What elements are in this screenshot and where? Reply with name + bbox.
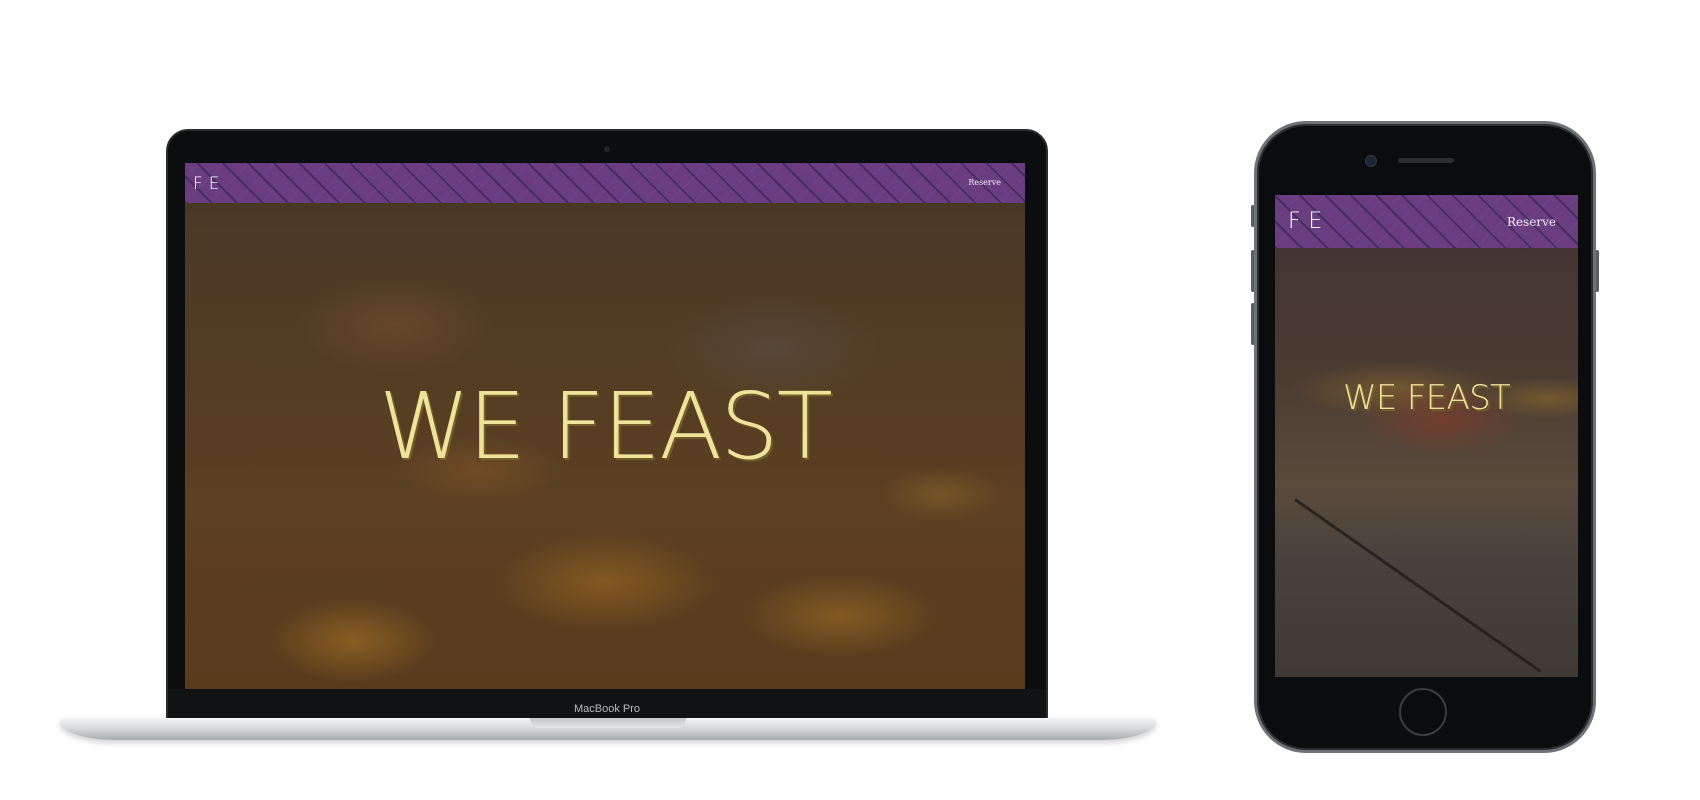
hero-title: WE FEAST <box>1342 378 1511 418</box>
reserve-link[interactable]: Reserve <box>968 178 1001 187</box>
laptop-camera <box>604 146 610 152</box>
hero-section: WE FEAST <box>1275 248 1578 677</box>
site-nav-bar: FE Reserve <box>185 163 1025 203</box>
site-logo[interactable]: FE <box>1288 209 1330 234</box>
phone-screen: FE Reserve WE FEAST <box>1275 195 1578 677</box>
phone-home-button[interactable] <box>1399 688 1447 736</box>
hero-food-image <box>1275 248 1578 677</box>
laptop-screen: FE Reserve WE FEAST <box>185 163 1025 689</box>
laptop-hinge-notch <box>530 718 686 728</box>
reserve-link[interactable]: Reserve <box>1507 215 1556 229</box>
phone-front-camera <box>1365 155 1377 167</box>
laptop-model-label: MacBook Pro <box>573 703 641 715</box>
hero-section: WE FEAST <box>185 203 1025 689</box>
site-logo[interactable]: FE <box>193 174 225 194</box>
phone-speaker <box>1398 158 1454 163</box>
site-nav-bar: FE Reserve <box>1275 195 1578 248</box>
hero-title: WE FEAST <box>378 373 833 480</box>
device-mockup-stage: FE Reserve WE FEAST MacBook Pro FE Reser… <box>0 0 1700 800</box>
